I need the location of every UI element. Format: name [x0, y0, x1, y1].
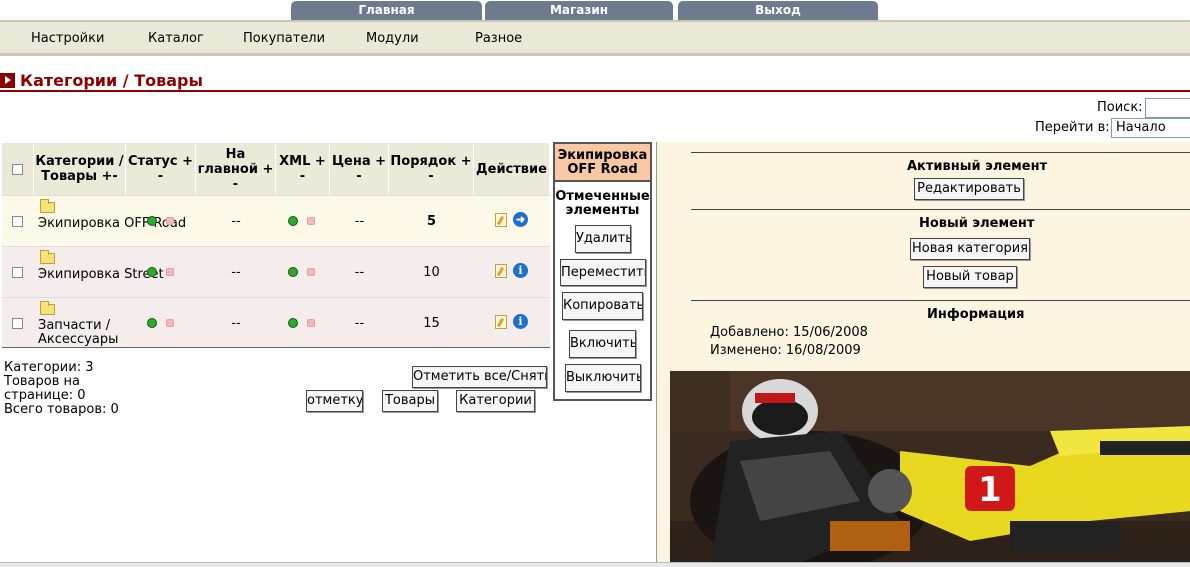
main-page-value: -- [231, 214, 241, 229]
status-off-icon[interactable] [166, 268, 174, 276]
xml-on-icon[interactable] [288, 216, 298, 226]
divider [691, 209, 1190, 210]
info-title: Информация [927, 307, 1025, 322]
edit-icon[interactable] [495, 264, 507, 278]
summary: Категории: 3 Товаров на странице: 0 Всег… [4, 361, 119, 417]
row-checkbox[interactable] [12, 216, 23, 227]
edit-icon[interactable] [495, 315, 507, 329]
per-page-label-1: Товаров на [4, 374, 80, 389]
row-checkbox[interactable] [12, 267, 23, 278]
delete-button[interactable]: Удалить [575, 225, 631, 253]
active-element-title: Активный элемент [907, 159, 1048, 174]
xml-on-icon[interactable] [288, 267, 298, 277]
table-row[interactable]: Запчасти / Аксессуары -- -- 15 i [2, 297, 550, 348]
header-select-all [2, 143, 34, 195]
xml-on-icon[interactable] [288, 318, 298, 328]
header-action: Действие [474, 143, 550, 195]
header-name[interactable]: Категории / Товары +- [34, 143, 126, 195]
header-xml[interactable]: XML + - [276, 143, 330, 195]
main-page-value: -- [231, 316, 241, 331]
marked-items-label: Отмеченные элементы [555, 189, 650, 218]
page-title: Категории / Товары [20, 71, 203, 90]
divider [691, 152, 1190, 153]
table-row[interactable]: Экипировка OFF Road -- -- 5 ➜ [2, 195, 550, 246]
folder-icon [40, 301, 55, 315]
details-panel: Активный элемент Редактировать Новый эле… [656, 142, 1190, 567]
info-icon[interactable]: i [513, 314, 528, 329]
order-value: 15 [423, 316, 440, 331]
main-menu-bar: Настройки Каталог Покупатели Модули Разн… [0, 20, 1190, 56]
table-row[interactable]: Экипировка Street -- -- 10 i [2, 246, 550, 297]
row-checkbox[interactable] [12, 318, 23, 329]
header-status[interactable]: Статус + - [126, 143, 196, 195]
page-title-bar: Категории / Товары [0, 70, 1190, 92]
tab-main[interactable]: Главная [291, 1, 482, 20]
status-on-icon[interactable] [147, 267, 157, 277]
categories-button[interactable]: Категории [456, 390, 535, 412]
header-main-page[interactable]: На главной + - [196, 143, 276, 195]
info-icon[interactable]: i [513, 263, 528, 278]
menu-item-misc[interactable]: Разное [475, 31, 522, 46]
enable-button[interactable]: Включить [569, 330, 636, 358]
unmark-button[interactable]: отметку [306, 390, 363, 412]
goto-select[interactable]: Начало [1111, 118, 1190, 138]
header-price[interactable]: Цена + - [330, 143, 389, 195]
header-order[interactable]: Порядок + - [389, 143, 474, 195]
folder-icon [40, 199, 55, 213]
status-off-icon[interactable] [166, 217, 174, 225]
per-page-label-2: странице: 0 [4, 388, 86, 403]
menu-item-customers[interactable]: Покупатели [243, 31, 325, 46]
order-value: 5 [426, 214, 437, 229]
disable-button[interactable]: Выключить [565, 364, 641, 392]
menu-item-settings[interactable]: Настройки [31, 31, 104, 46]
price-value: -- [354, 316, 365, 331]
row-name-link[interactable]: Экипировка OFF Road [38, 217, 186, 231]
edit-button[interactable]: Редактировать [914, 178, 1024, 200]
added-date: Добавлено: 15/06/2008 [710, 325, 868, 340]
mark-all-button[interactable]: Отметить все/Снять [412, 366, 547, 388]
row-name-link[interactable]: Запчасти / Аксессуары [38, 319, 126, 347]
new-element-title: Новый элемент [919, 216, 1035, 231]
svg-text:1: 1 [978, 470, 1002, 510]
price-value: -- [354, 214, 365, 229]
menu-item-catalog[interactable]: Каталог [148, 31, 204, 46]
order-value: 10 [423, 265, 440, 280]
new-product-button[interactable]: Новый товар [923, 266, 1017, 288]
tab-exit[interactable]: Выход [678, 1, 878, 20]
changed-date: Изменено: 16/08/2009 [710, 343, 861, 358]
price-value: -- [354, 265, 365, 280]
main-page-value: -- [231, 265, 241, 280]
xml-off-icon[interactable] [307, 268, 315, 276]
motocross-photo: 1 [670, 371, 1190, 567]
category-photo: 1 [670, 371, 1190, 567]
total-goods: Всего товаров: 0 [4, 402, 119, 417]
categories-count: Категории: 3 [4, 360, 94, 375]
folder-icon [40, 250, 55, 264]
search-label: Поиск: [1097, 100, 1143, 115]
status-on-icon[interactable] [147, 216, 157, 226]
goto-label: Перейти в: [1035, 120, 1110, 135]
move-button[interactable]: Переместить [560, 259, 646, 286]
status-on-icon[interactable] [147, 318, 157, 328]
xml-off-icon[interactable] [307, 319, 315, 327]
select-all-checkbox[interactable] [12, 163, 23, 175]
goods-button[interactable]: Товары [382, 390, 438, 412]
tab-shop[interactable]: Магазин [485, 1, 673, 20]
status-off-icon[interactable] [166, 319, 174, 327]
divider [691, 300, 1190, 301]
arrow-right-icon [0, 73, 15, 88]
copy-button[interactable]: Копировать [562, 292, 643, 320]
edit-icon[interactable] [495, 213, 507, 227]
arrow-circle-icon[interactable]: ➜ [513, 212, 528, 227]
xml-off-icon[interactable] [307, 217, 315, 225]
row-name-link[interactable]: Экипировка Street [38, 268, 164, 282]
menu-item-modules[interactable]: Модули [366, 31, 419, 46]
search-input[interactable] [1145, 98, 1190, 118]
selection-panel: Экипировка OFF Road Отмеченные элементы … [553, 142, 652, 401]
new-category-button[interactable]: Новая категория [910, 238, 1030, 260]
bottom-scrollbar[interactable] [0, 562, 1190, 567]
selected-category-title: Экипировка OFF Road [555, 144, 650, 182]
